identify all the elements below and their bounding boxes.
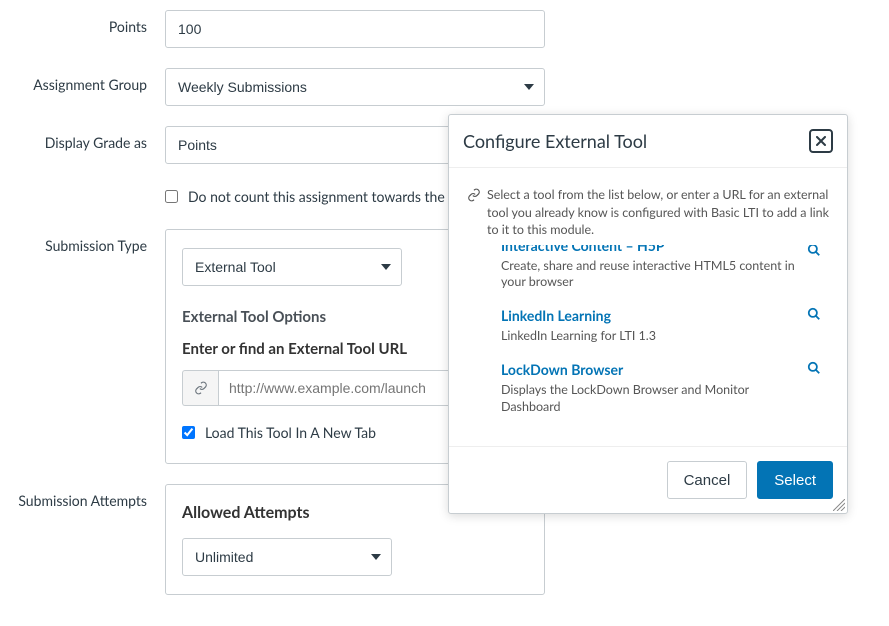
link-icon (182, 370, 218, 406)
tool-name: LinkedIn Learning (501, 307, 805, 324)
tool-item[interactable]: Interactive Content – H5P Create, share … (467, 245, 829, 300)
tool-item[interactable]: Microsoft OneDrive Microsoft OneDrive LT… (467, 424, 829, 427)
modal-title: Configure External Tool (463, 130, 647, 152)
tool-desc: Displays the LockDown Browser and Monito… (501, 382, 805, 416)
tool-name: Interactive Content – H5P (501, 245, 805, 254)
points-label: Points (0, 10, 165, 35)
tool-desc: Create, share and reuse interactive HTML… (501, 258, 805, 292)
tool-desc: LinkedIn Learning for LTI 1.3 (501, 328, 805, 345)
assignment-group-select[interactable]: Weekly Submissions (165, 68, 545, 106)
load-new-tab-label: Load This Tool In A New Tab (205, 424, 376, 441)
configure-external-tool-modal: Configure External Tool Select a tool fr… (448, 114, 848, 514)
do-not-count-checkbox[interactable] (165, 190, 178, 203)
tool-list[interactable]: Interactive Content – H5P Create, share … (467, 245, 829, 427)
cancel-button[interactable]: Cancel (667, 461, 748, 499)
tool-item[interactable]: LockDown Browser Displays the LockDown B… (467, 353, 829, 424)
close-icon[interactable] (809, 129, 833, 153)
submission-attempts-label: Submission Attempts (0, 484, 165, 509)
submission-type-label: Submission Type (0, 229, 165, 254)
load-new-tab-checkbox[interactable] (182, 426, 195, 439)
select-button[interactable]: Select (757, 461, 833, 499)
search-icon[interactable] (807, 245, 821, 260)
tool-item[interactable]: LinkedIn Learning LinkedIn Learning for … (467, 299, 829, 353)
points-input[interactable] (165, 10, 545, 48)
search-icon[interactable] (807, 361, 821, 378)
allowed-attempts-select[interactable]: Unlimited (182, 538, 392, 576)
display-grade-label: Display Grade as (0, 126, 165, 151)
tool-name: LockDown Browser (501, 361, 805, 378)
assignment-group-label: Assignment Group (0, 68, 165, 93)
search-icon[interactable] (807, 307, 821, 324)
link-icon (467, 188, 481, 202)
modal-intro: Select a tool from the list below, or en… (487, 186, 829, 239)
submission-type-select[interactable]: External Tool (182, 248, 402, 286)
resize-handle-icon (833, 499, 845, 511)
